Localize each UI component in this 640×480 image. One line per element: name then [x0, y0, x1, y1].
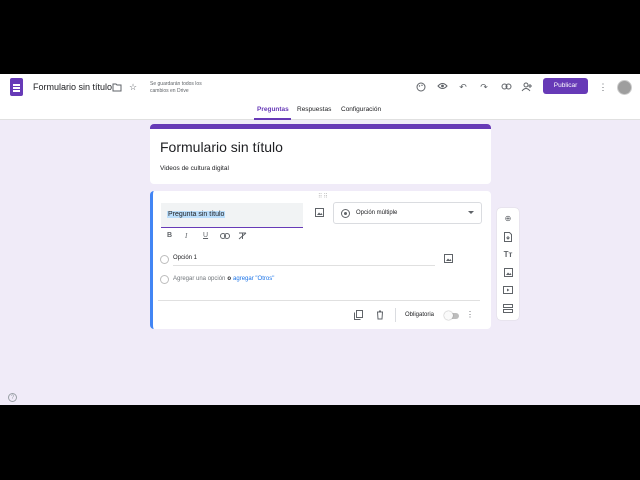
active-tab-indicator [254, 118, 291, 120]
form-title[interactable]: Formulario sin título [160, 139, 283, 155]
add-option-link[interactable]: Agregar una opción [173, 276, 225, 282]
required-label: Obligatoria [405, 312, 435, 318]
link-icon[interactable] [500, 82, 512, 94]
top-bar: Formulario sin título ☆ Se guardarán tod… [0, 74, 640, 102]
required-toggle[interactable] [444, 311, 459, 320]
add-option-radio [160, 275, 169, 284]
add-title-icon[interactable]: Tт [502, 250, 514, 259]
insert-link-icon[interactable] [220, 233, 230, 241]
form-header-card[interactable]: Formulario sin título Videos de cultura … [150, 124, 491, 184]
bold-icon[interactable]: B [167, 232, 172, 239]
option-1-underline [173, 265, 435, 266]
underline-icon[interactable]: U [203, 232, 208, 239]
import-questions-icon[interactable] [502, 232, 514, 244]
tab-preguntas[interactable]: Preguntas [257, 106, 289, 113]
add-collaborator-icon[interactable] [521, 82, 533, 94]
publish-button[interactable]: Publicar [543, 78, 588, 94]
option-1-text[interactable]: Opción 1 [173, 255, 197, 261]
form-description[interactable]: Videos de cultura digital [160, 165, 229, 172]
star-icon[interactable]: ☆ [127, 82, 139, 94]
italic-icon[interactable]: I [185, 232, 187, 240]
question-more-icon[interactable]: ⋮ [466, 310, 474, 319]
floating-toolbar: ⊕ Tт [497, 208, 519, 320]
drag-handle-icon[interactable]: ⠿⠿ [318, 193, 329, 200]
more-vert-icon[interactable]: ⋮ [597, 82, 609, 94]
or-text: o [227, 276, 232, 282]
option-image-icon[interactable] [442, 254, 454, 266]
folder-icon[interactable] [111, 83, 123, 95]
question-type-label: Opción múltiple [356, 210, 398, 216]
duplicate-icon[interactable] [354, 310, 363, 322]
palette-icon[interactable] [415, 82, 427, 94]
add-option-row: Agregar una opción o agregar "Otros" [173, 276, 274, 282]
redo-icon[interactable]: ↷ [478, 82, 490, 94]
save-status: Se guardarán todos los cambios en Drive [150, 81, 202, 94]
document-title[interactable]: Formulario sin título [33, 82, 112, 92]
forms-editor-frame: Formulario sin título ☆ Se guardarán tod… [0, 74, 640, 405]
option-radio [160, 255, 169, 264]
question-title-text: Pregunta sin título [167, 211, 226, 218]
tab-configuracion[interactable]: Configuración [341, 106, 381, 113]
question-title-input[interactable]: Pregunta sin título [161, 203, 303, 228]
forms-logo-icon[interactable] [10, 78, 23, 96]
chevron-down-icon [468, 211, 474, 214]
tab-respuestas[interactable]: Respuestas [297, 106, 331, 113]
question-card[interactable]: ⠿⠿ Pregunta sin título Opción múltiple B… [150, 191, 491, 329]
add-image-toolbar-icon[interactable] [502, 268, 514, 279]
question-footer-divider [158, 300, 480, 301]
add-section-icon[interactable] [502, 304, 514, 315]
footer-separator [395, 308, 396, 322]
clear-format-icon[interactable] [238, 232, 247, 242]
add-image-icon[interactable] [313, 208, 325, 220]
add-other-link[interactable]: agregar "Otros" [233, 276, 274, 282]
add-question-icon[interactable]: ⊕ [502, 214, 514, 223]
preview-eye-icon[interactable] [436, 82, 448, 94]
question-type-select[interactable]: Opción múltiple [333, 202, 482, 224]
avatar[interactable] [617, 80, 632, 95]
radio-type-icon [341, 209, 350, 218]
add-video-icon[interactable] [502, 286, 514, 296]
delete-icon[interactable] [376, 310, 384, 322]
help-icon[interactable]: ? [8, 393, 17, 402]
undo-icon[interactable]: ↶ [457, 82, 469, 94]
